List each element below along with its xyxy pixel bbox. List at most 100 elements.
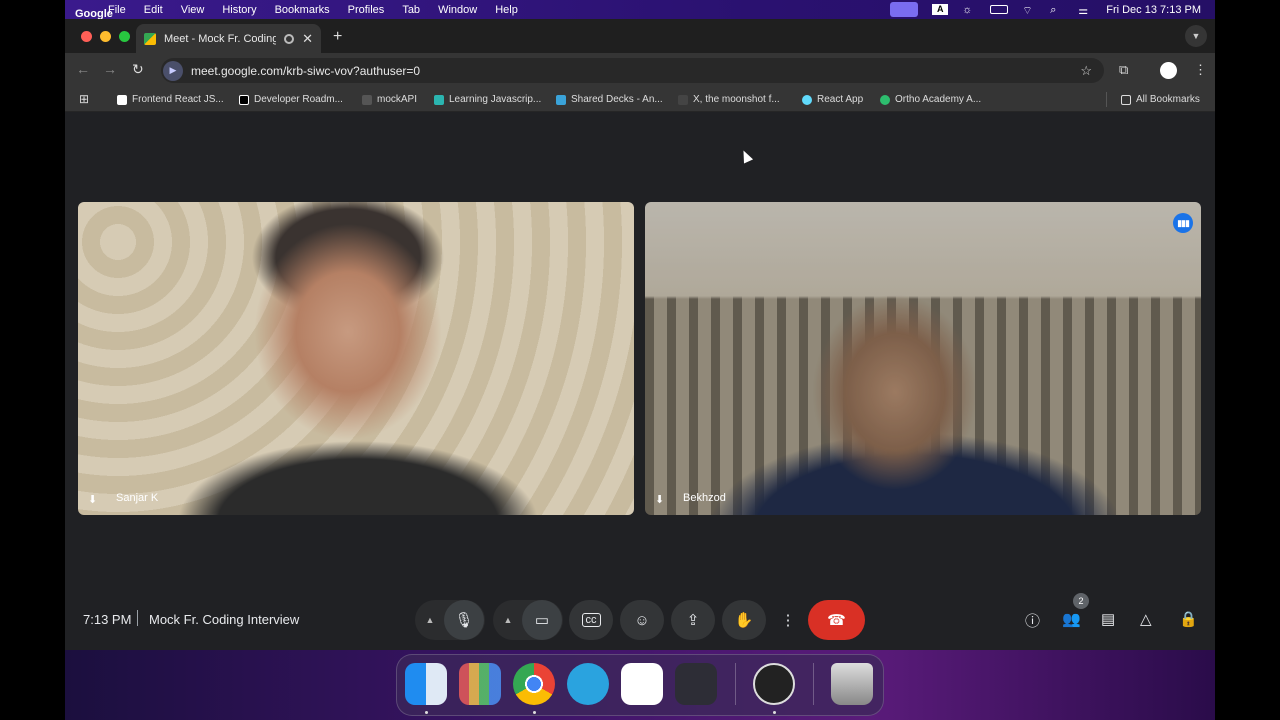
browser-tab-strip: Meet - Mock Fr. Coding In ✕ + ▼ [65,19,1215,53]
menu-view[interactable]: View [181,4,205,16]
more-options-button[interactable]: ⋮ [773,600,803,640]
extensions-puzzle-icon[interactable]: ⧉ [1119,62,1128,78]
bookmark-x-moonshot[interactable]: X, the moonshot f... [678,94,780,105]
mockapi-icon [362,94,372,105]
zoom-window-button[interactable] [119,31,130,42]
apps-grid-icon[interactable]: ⊞ [79,92,89,106]
captions-icon: cc [581,613,601,627]
bookmark-mockapi[interactable]: mockAPI [362,94,417,105]
raise-hand-button[interactable]: ✋ [722,600,766,640]
chrome-menu-kebab-icon[interactable]: ⋮ [1194,62,1207,78]
vscode-icon[interactable] [621,663,663,705]
dock-divider [735,663,736,705]
all-bookmarks-button[interactable]: All Bookmarks [1121,94,1200,105]
menu-help[interactable]: Help [495,4,518,16]
bookmark-label: X, the moonshot f... [693,94,780,105]
tab-search-chevron-icon[interactable]: ▼ [1185,25,1207,47]
participant-name: Sanjar K [116,492,159,504]
notion-icon [117,94,127,105]
menu-history[interactable]: History [222,4,256,16]
more-options-kebab-icon: ⋮ [780,612,796,629]
chat-icon[interactable]: ▤ [1101,610,1115,628]
tab-meet[interactable]: Meet - Mock Fr. Coding In ✕ [136,24,321,53]
new-tab-button[interactable]: + [333,28,342,46]
end-call-phone-icon: ☎ [827,612,846,629]
screen-share-status-icon[interactable] [890,2,919,17]
trash-icon[interactable] [831,663,873,705]
minimize-window-button[interactable] [100,31,111,42]
all-bookmarks-label: All Bookmarks [1136,94,1200,105]
forward-arrow-icon[interactable]: → [103,61,117,77]
chrome-icon[interactable] [513,663,555,705]
menubar-clock[interactable]: Fri Dec 13 7:13 PM [1106,4,1201,16]
bookmark-react-app[interactable]: React App [802,94,863,105]
activities-shapes-icon[interactable]: △ [1140,610,1152,628]
reactions-button[interactable]: ☺ [620,600,664,640]
bookmark-star-icon[interactable]: ☆ [1080,63,1092,79]
host-controls-lock-icon[interactable]: 🔒 [1179,610,1198,628]
input-source-icon[interactable]: A [932,4,949,15]
camera-icon[interactable]: ▭ [522,600,562,640]
present-screen-icon: ⇪ [686,612,700,629]
bookmark-shared-decks[interactable]: Shared Decks - An... [556,94,663,105]
meeting-clock: 7:13 PM [83,612,132,627]
dock-divider [813,663,814,705]
bookmark-frontend-react[interactable]: Frontend React JS... [117,94,224,105]
pin-icon[interactable]: ⬇ [655,493,665,506]
bookmark-label: React App [817,94,864,105]
wifi-icon[interactable]: ⌔ [1022,4,1036,17]
address-bar[interactable]: ▶ meet.google.com/krb-siwc-vov?authuser=… [161,58,1104,83]
telegram-icon[interactable] [567,663,609,705]
bookmarks-divider [1106,92,1107,107]
close-tab-icon[interactable]: ✕ [302,31,313,47]
launchpad-icon[interactable] [459,663,501,705]
people-icon[interactable]: 👥 [1062,610,1081,628]
obs-studio-icon[interactable] [753,663,795,705]
davinci-resolve-icon[interactable] [675,663,717,705]
url-text[interactable]: meet.google.com/krb-siwc-vov?authuser=0 [191,64,420,78]
bookmarks-bar: ⊞ Frontend React JS... Developer Roadm..… [65,88,1215,112]
close-window-button[interactable] [81,31,92,42]
meeting-details-info-icon[interactable]: ⓘ [1025,610,1040,631]
back-arrow-icon[interactable]: ← [76,61,90,77]
control-center-icon[interactable]: ⚌ [1078,4,1092,17]
finder-icon[interactable] [405,663,447,705]
present-screen-button[interactable]: ⇪ [671,600,715,640]
meet-favicon-icon [144,32,156,45]
spotlight-search-icon[interactable]: ⌕ [1050,4,1064,16]
bookmark-developer-roadmap[interactable]: Developer Roadm... [239,94,343,105]
screen: Google Chrome File Edit View History Boo… [65,0,1215,720]
roadmap-icon [239,94,249,105]
battery-icon[interactable] [990,5,1009,14]
leave-call-button[interactable]: ☎ [808,600,865,640]
menu-edit[interactable]: Edit [144,4,163,16]
hand-icon: ✋ [734,612,754,629]
video-overlay [645,202,1201,515]
audio-options-chevron-icon[interactable]: ▲ [416,615,444,625]
participant-tile-bekhzod[interactable]: ▮▮▮ ⬇ Bekhzod [645,202,1201,515]
microphone-icon[interactable]: 🎙 [444,600,484,640]
running-indicator [425,711,428,714]
recording-indicator-icon [284,33,295,44]
pin-icon[interactable]: ⬇ [88,493,98,506]
captions-button[interactable]: cc [569,600,613,640]
window-controls [81,31,130,42]
reload-icon[interactable]: ↻ [132,61,144,78]
running-indicator [773,711,776,714]
participant-tile-sanjar[interactable]: ⬇ Sanjar K [78,202,634,515]
bookmark-label: mockAPI [377,94,418,105]
bookmark-learning-javascript[interactable]: Learning Javascrip... [434,94,541,105]
menu-profiles[interactable]: Profiles [348,4,385,16]
brightness-icon[interactable]: ☼ [962,4,976,16]
menu-bookmarks[interactable]: Bookmarks [275,4,330,16]
mouse-cursor-icon [738,148,754,164]
menu-tab[interactable]: Tab [402,4,420,16]
profile-avatar-icon[interactable] [1160,62,1177,79]
bookmark-label: Learning Javascrip... [449,94,542,105]
video-options-chevron-icon[interactable]: ▲ [494,615,522,625]
meeting-title: Mock Fr. Coding Interview [149,612,300,627]
menu-window[interactable]: Window [438,4,477,16]
site-info-icon[interactable]: ▶ [163,60,183,81]
bookmark-ortho-academy[interactable]: Ortho Academy A... [880,94,981,105]
running-indicator [533,711,536,714]
